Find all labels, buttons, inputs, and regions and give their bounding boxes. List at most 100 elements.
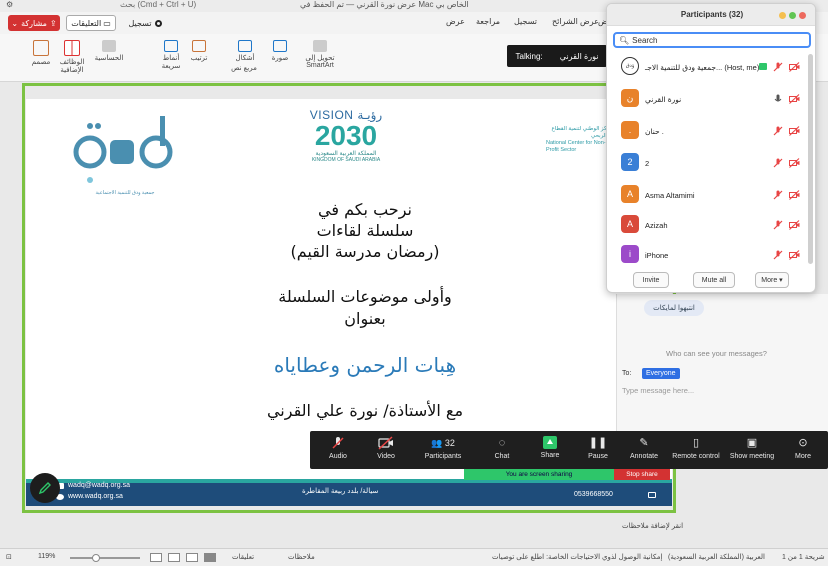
picture-button[interactable]: صورة [268, 40, 292, 62]
designer-label: مصمم [31, 59, 51, 66]
participant-row[interactable]: A Asma Altamimi [607, 182, 807, 208]
participants-search-placeholder: Search [632, 35, 658, 45]
window-close-button[interactable] [799, 12, 806, 19]
participant-row[interactable]: i iPhone [607, 242, 807, 268]
chat-recipient-select[interactable]: Everyone [642, 368, 680, 379]
smartart-button[interactable]: تحويل إلى SmartArt [300, 40, 340, 69]
wadq-logo: جمعية ودق للتنمية الاجتماعية [70, 110, 180, 200]
camera-off-icon[interactable] [789, 62, 800, 72]
participants-panel: Participants (32) 🔍︎ Search وَدق جمعية و… [606, 3, 816, 293]
notes-status-button[interactable]: ملاحظات [288, 553, 315, 561]
tab-view[interactable]: عرض [446, 17, 465, 26]
addins-icon [64, 40, 80, 56]
textbox-button[interactable]: مربع نص [224, 64, 264, 72]
video-label: Video [377, 453, 395, 460]
smartart-label: تحويل إلى SmartArt [305, 55, 335, 69]
mute-all-button[interactable]: Mute all [693, 272, 735, 288]
mic-muted-icon[interactable] [773, 62, 783, 72]
reading-view-icon[interactable] [186, 553, 198, 562]
annotate-button[interactable]: ✎ Annotate [624, 431, 664, 469]
participants-scrollbar[interactable] [808, 54, 813, 264]
audio-button[interactable]: Audio [316, 431, 360, 469]
window-zoom-button[interactable] [789, 12, 796, 19]
slide-headline: هِبات الرحمن وعطاياه [273, 353, 457, 377]
document-title: عرض نورة القرني — تم الحفظ في Mac الخاص … [300, 0, 469, 9]
share-screen-button[interactable]: Share [532, 431, 568, 469]
chat-input[interactable]: Type message here... [622, 386, 694, 395]
window-minimize-button[interactable] [779, 12, 786, 19]
pause-share-button[interactable]: ❚❚ Pause [582, 431, 614, 469]
sensitivity-button[interactable]: الحساسية [94, 40, 124, 62]
record-button[interactable]: تسجيل [122, 15, 168, 31]
participants-button[interactable]: 👥 32 Participants [418, 431, 468, 469]
tab-record[interactable]: تسجيل [514, 17, 537, 26]
footer-website: www.wadq.org.sa [68, 493, 123, 500]
participant-row[interactable]: A Azizah [607, 212, 807, 238]
vision-country-ar: المملكة العربية السعودية [315, 151, 377, 157]
show-meeting-button[interactable]: ▣ Show meeting [726, 431, 778, 469]
footer-email: wadq@wadq.org.sa [68, 482, 130, 489]
mic-on-icon[interactable] [773, 94, 783, 104]
participant-row[interactable]: 2 2 [607, 150, 807, 176]
mic-muted-icon[interactable] [773, 190, 783, 200]
zoom-level[interactable]: 119% [38, 553, 55, 560]
camera-off-icon[interactable] [789, 126, 800, 136]
chevron-down-icon: ⌄ [11, 18, 19, 28]
screen-sharing-status: You are screen sharing [464, 469, 614, 480]
zoom-slider-handle[interactable] [92, 554, 100, 562]
mic-muted-icon[interactable] [773, 126, 783, 136]
camera-off-icon[interactable] [789, 158, 800, 168]
comments-status-button[interactable]: تعليقات [232, 553, 254, 561]
participants-icon: 👥 32 [431, 438, 455, 448]
video-button[interactable]: Video [364, 431, 408, 469]
mic-muted-icon[interactable] [773, 220, 783, 230]
more-button[interactable]: ⊙ More [786, 431, 820, 469]
camera-off-icon[interactable] [789, 190, 800, 200]
addins-button[interactable]: الوظائف الإضافية [58, 40, 86, 74]
quick-styles-button[interactable]: أنماط سريعة [158, 40, 184, 70]
vision-country-en: KINGDOM OF SAUDI ARABIA [311, 157, 381, 163]
camera-off-icon[interactable] [789, 94, 800, 104]
chat-visibility-link[interactable]: Who can see your messages? [666, 349, 767, 358]
mic-muted-icon[interactable] [773, 158, 783, 168]
participant-avatar: وَدق [621, 57, 639, 75]
slideshow-view-icon[interactable] [204, 553, 216, 562]
tab-review[interactable]: مراجعة [476, 17, 500, 26]
participant-row[interactable]: ن نورة القرني [607, 86, 807, 112]
chat-button[interactable]: ◌ Chat [484, 431, 520, 469]
designer-button[interactable]: مصمم [28, 40, 54, 66]
participant-row[interactable]: . حنان . [607, 118, 807, 144]
record-label: تسجيل [128, 18, 152, 28]
comments-label: التعليقات [71, 18, 102, 28]
mic-muted-icon[interactable] [773, 250, 783, 260]
accessibility-status[interactable]: إمكانية الوصول لذوي الاحتياجات الخاصة: ا… [492, 553, 662, 561]
stop-share-button[interactable]: Stop share [614, 469, 670, 480]
fit-slide-icon[interactable]: ⊡ [6, 553, 12, 561]
pen-icon [38, 482, 51, 495]
slide-sorter-icon[interactable] [168, 553, 180, 562]
arrange-button[interactable]: ترتيب [186, 40, 212, 62]
window-icon: ▣ [746, 437, 758, 449]
language-status[interactable]: العربية (المملكة العربية السعودية) [668, 553, 765, 561]
comments-button[interactable]: التعليقات ▭ [66, 15, 116, 31]
zoom-slider[interactable] [70, 557, 140, 559]
slide-notes[interactable]: انقر لإضافة ملاحظات [622, 522, 683, 530]
participant-name: iPhone [645, 251, 669, 260]
annotate-pen-button[interactable] [30, 473, 60, 503]
participants-more-button[interactable]: More ▾ [755, 272, 789, 288]
participants-search[interactable]: 🔍︎ Search [613, 32, 811, 48]
phone-icon [648, 492, 656, 498]
invite-button[interactable]: Invite [633, 272, 669, 288]
share-button[interactable]: ⌄ مشاركة ⇪ [8, 15, 60, 31]
participant-row[interactable]: وَدق جمعية ودق للتنمية الاجـ... (Host, m… [607, 54, 807, 80]
camera-off-icon[interactable] [789, 250, 800, 260]
shapes-button[interactable]: أشكال [230, 40, 260, 62]
settings-icon[interactable]: ⚙ [6, 0, 13, 9]
more-icon: ⊙ [798, 437, 808, 449]
tab-slideshow[interactable]: عرض الشرائح [552, 17, 599, 26]
normal-view-icon[interactable] [150, 553, 162, 562]
camera-off-icon[interactable] [789, 220, 800, 230]
title-search[interactable]: (Cmd + Ctrl + U) بحث [120, 0, 196, 9]
remote-control-button[interactable]: ▯ Remote control [670, 431, 722, 469]
slide-line-1: نرحب بكم في [318, 200, 412, 219]
